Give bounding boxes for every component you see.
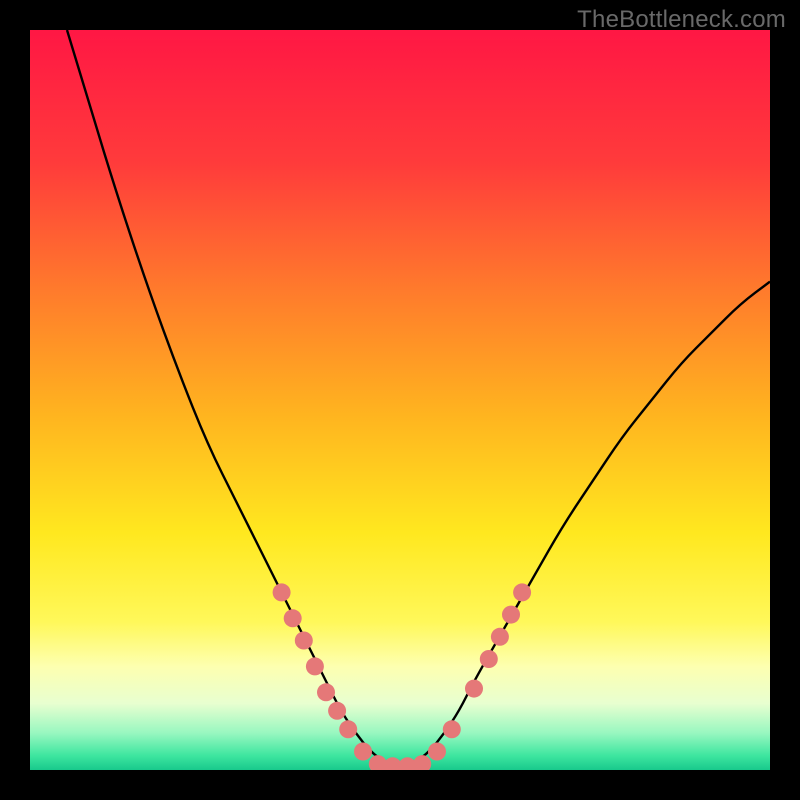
- highlight-point: [502, 606, 520, 624]
- highlight-point: [465, 680, 483, 698]
- highlight-point: [443, 720, 461, 738]
- bottleneck-chart: [30, 30, 770, 770]
- highlight-point: [428, 743, 446, 761]
- highlight-point: [480, 650, 498, 668]
- highlight-point: [328, 702, 346, 720]
- watermark-text: TheBottleneck.com: [577, 6, 786, 34]
- plot-background: [30, 30, 770, 770]
- highlight-point: [284, 609, 302, 627]
- highlight-point: [306, 657, 324, 675]
- highlight-point: [513, 583, 531, 601]
- chart-frame: TheBottleneck.com: [0, 0, 800, 800]
- highlight-point: [339, 720, 357, 738]
- highlight-point: [295, 632, 313, 650]
- highlight-point: [273, 583, 291, 601]
- highlight-point: [491, 628, 509, 646]
- highlight-point: [317, 683, 335, 701]
- highlight-point: [354, 743, 372, 761]
